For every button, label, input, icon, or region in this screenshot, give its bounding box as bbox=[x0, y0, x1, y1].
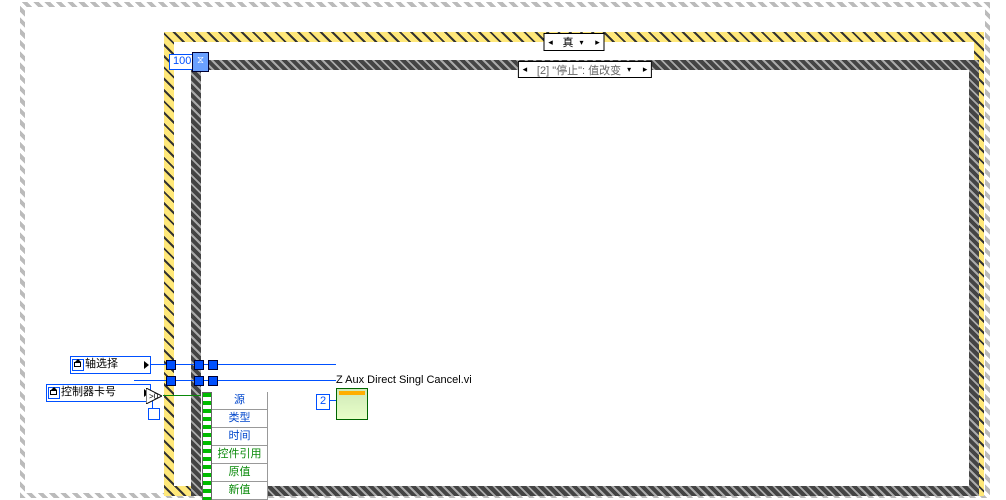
local-var-card-label: 控制器卡号 bbox=[61, 386, 116, 398]
event-field[interactable]: 原值 bbox=[211, 464, 268, 482]
local-var-axis-label: 轴选择 bbox=[85, 358, 118, 370]
subvi-banner bbox=[339, 391, 365, 395]
event-field[interactable]: 类型 bbox=[211, 410, 268, 428]
event-data-node: 源 类型 时间 控件引用 原值 新值 bbox=[211, 392, 268, 500]
event-field[interactable]: 新值 bbox=[211, 482, 268, 500]
event-structure: ◂ [2] "停止": 值改变 ▾ ▸ bbox=[191, 60, 979, 496]
tunnel bbox=[208, 376, 218, 386]
case-next[interactable]: ▸ bbox=[592, 37, 604, 48]
subvi-node[interactable] bbox=[336, 388, 368, 420]
wire bbox=[134, 364, 336, 365]
event-selector-value: [2] "停止": 值改变 bbox=[531, 62, 627, 78]
tunnel bbox=[166, 360, 176, 370]
wire-boolean bbox=[163, 395, 201, 396]
subvi-constant[interactable]: 2 bbox=[316, 394, 330, 410]
chevron-right-icon bbox=[144, 361, 149, 369]
tunnel bbox=[194, 360, 204, 370]
case-dropdown-icon[interactable]: ▾ bbox=[580, 38, 592, 47]
event-field[interactable]: 控件引用 bbox=[211, 446, 268, 464]
event-field[interactable]: 时间 bbox=[211, 428, 268, 446]
house-icon bbox=[74, 360, 81, 367]
timeout-node-icon: ⧖ bbox=[192, 52, 209, 72]
tunnel bbox=[166, 376, 176, 386]
case-selector[interactable]: ◂ 真 ▾ ▸ bbox=[544, 33, 605, 51]
event-selector[interactable]: ◂ [2] "停止": 值改变 ▾ ▸ bbox=[518, 61, 652, 78]
svg-text:>0: >0 bbox=[149, 392, 159, 401]
event-field[interactable]: 源 bbox=[211, 392, 268, 410]
ge-constant[interactable] bbox=[148, 408, 160, 420]
tunnel bbox=[194, 376, 204, 386]
event-next[interactable]: ▸ bbox=[639, 64, 651, 75]
event-dropdown-icon[interactable]: ▾ bbox=[627, 65, 639, 74]
case-selector-value: 真 bbox=[557, 34, 580, 50]
local-var-card[interactable]: 控制器卡号 bbox=[46, 384, 151, 402]
subvi-label: Z Aux Direct Singl Cancel.vi bbox=[336, 374, 472, 386]
tunnel bbox=[208, 360, 218, 370]
house-icon bbox=[50, 388, 57, 395]
event-data-header-icon bbox=[202, 392, 212, 500]
local-var-axis[interactable]: 轴选择 bbox=[70, 356, 151, 374]
compare-ge-node: >0 bbox=[146, 388, 162, 404]
wire bbox=[134, 380, 336, 381]
case-prev[interactable]: ◂ bbox=[545, 37, 557, 48]
event-prev[interactable]: ◂ bbox=[519, 64, 531, 75]
